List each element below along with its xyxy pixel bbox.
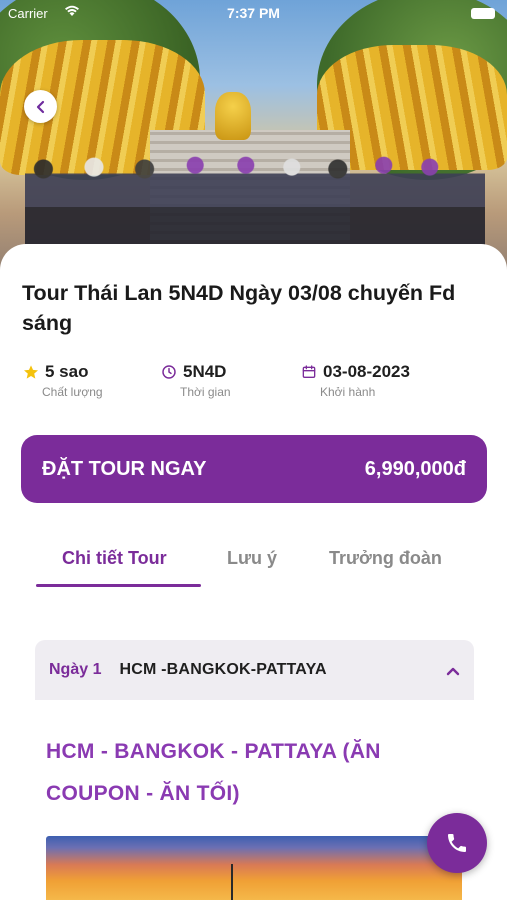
day-label: Ngày 1 [49, 661, 102, 678]
call-button[interactable] [427, 813, 487, 873]
day-photo [46, 836, 462, 900]
tour-group [25, 150, 485, 245]
tab-bar: Chi tiết Tour Lưu ý Trưởng đoàn [0, 542, 507, 590]
chevron-up-icon [446, 660, 460, 681]
departure-value: 03-08-2023 [323, 362, 410, 381]
phone-icon [448, 834, 466, 852]
clock-icon [160, 363, 178, 381]
tower-silhouette [231, 864, 233, 900]
status-time: 7:37 PM [227, 5, 280, 21]
book-tour-button[interactable]: ĐẶT TOUR NGAY 6,990,000đ [21, 435, 487, 503]
star-icon [22, 363, 40, 381]
quality-label: Chất lượng [42, 385, 103, 399]
day-accordion-header[interactable]: Ngày 1 HCM -BANGKOK-PATTAYA [35, 640, 474, 700]
hero-photo [0, 0, 507, 285]
tour-price: 6,990,000đ [364, 457, 466, 480]
book-tour-label: ĐẶT TOUR NGAY [42, 457, 207, 480]
tour-detail-sheet: Tour Thái Lan 5N4D Ngày 03/08 chuyến Fd … [0, 244, 507, 900]
duration-info: 5N4D Thời gian [160, 362, 231, 399]
departure-label: Khởi hành [320, 385, 376, 399]
calendar-icon [300, 363, 318, 381]
departure-info: 03-08-2023 Khởi hành [300, 362, 410, 399]
tab-notes[interactable]: Lưu ý [227, 548, 277, 569]
chevron-left-icon [36, 100, 44, 113]
back-button[interactable] [24, 90, 57, 123]
quality-info: 5 sao Chất lượng [22, 362, 103, 399]
quality-value: 5 sao [45, 362, 89, 381]
active-tab-indicator [36, 584, 201, 587]
day-route: HCM -BANGKOK-PATTAYA [119, 661, 327, 678]
day-title: HCM - BANGKOK - PATTAYA (ĂN COUPON - ĂN … [46, 740, 381, 805]
buddha-statue [215, 92, 251, 140]
status-bar: Carrier 7:37 PM [0, 0, 507, 28]
battery-icon [471, 8, 495, 19]
tab-tour-leader[interactable]: Trưởng đoàn [329, 548, 442, 569]
duration-value: 5N4D [183, 362, 227, 381]
duration-label: Thời gian [180, 385, 231, 399]
tab-tour-details[interactable]: Chi tiết Tour [62, 548, 167, 569]
tour-title: Tour Thái Lan 5N4D Ngày 03/08 chuyến Fd … [22, 281, 456, 335]
